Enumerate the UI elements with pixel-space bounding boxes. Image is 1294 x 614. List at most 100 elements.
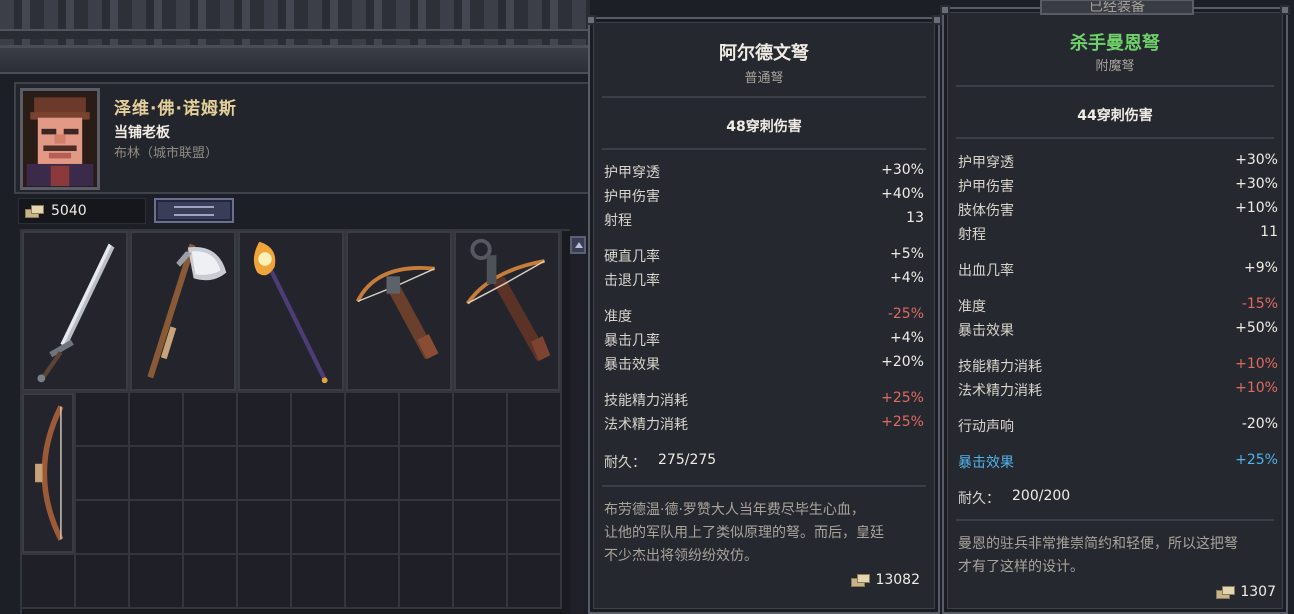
inventory-slot[interactable] xyxy=(76,555,130,609)
stat-name: 法术精力消耗 xyxy=(958,383,1042,399)
stat-name: 法术精力消耗 xyxy=(604,417,688,433)
stat-value: +25% xyxy=(1235,452,1278,468)
inventory-slot[interactable] xyxy=(346,501,400,555)
inventory-slot[interactable] xyxy=(400,393,454,447)
inventory-slot[interactable] xyxy=(508,447,562,501)
item-title: 杀手曼恩弩 xyxy=(1070,33,1160,54)
item-durability: 耐久： 275/275 xyxy=(604,452,716,472)
inventory-item[interactable] xyxy=(238,231,344,391)
inventory-slot[interactable] xyxy=(400,501,454,555)
inventory-slot[interactable] xyxy=(454,447,508,501)
merchant-panel: 泽维·佛·诺姆斯 当铺老板 布林（城市联盟） xyxy=(14,82,590,194)
inventory-item[interactable] xyxy=(130,231,236,391)
merchant-location: 布林（城市联盟） xyxy=(114,146,219,161)
sort-button[interactable] xyxy=(154,198,234,223)
inventory-slot[interactable] xyxy=(22,555,76,609)
inventory-slot[interactable] xyxy=(292,447,346,501)
divider xyxy=(602,96,926,98)
scroll-up-button[interactable] xyxy=(570,236,586,254)
stat-value: +25% xyxy=(881,390,924,406)
inventory-item[interactable] xyxy=(22,393,74,553)
stat-row: 护甲伤害 +30% xyxy=(958,176,1278,196)
inventory-slot[interactable] xyxy=(454,393,508,447)
scrollbar[interactable] xyxy=(572,256,584,614)
divider xyxy=(956,137,1274,139)
stat-name: 暴击效果 xyxy=(958,455,1014,471)
inventory-slot[interactable] xyxy=(184,393,238,447)
inventory-slot[interactable] xyxy=(238,393,292,447)
inventory-slot[interactable] xyxy=(184,501,238,555)
inventory-slot[interactable] xyxy=(292,555,346,609)
stat-value: -15% xyxy=(1241,296,1278,312)
item-type: 附魔弩 xyxy=(1095,59,1135,74)
corner-ornament xyxy=(932,15,942,25)
item-damage: 44穿刺伤害 xyxy=(1077,108,1153,124)
inventory-slot[interactable] xyxy=(184,447,238,501)
stat-value: +30% xyxy=(881,162,924,178)
inventory-slot[interactable] xyxy=(508,393,562,447)
stat-name: 出血几率 xyxy=(958,263,1014,279)
inventory-item[interactable] xyxy=(22,231,128,391)
lore-line: 让他的军队用上了类似原理的弩。而后，皇廷 xyxy=(604,525,884,541)
stat-row: 行动声响 -20% xyxy=(958,416,1278,436)
inventory-slot[interactable] xyxy=(238,501,292,555)
inventory-item[interactable] xyxy=(346,231,452,391)
stat-name: 射程 xyxy=(958,227,986,243)
divider xyxy=(602,148,926,150)
corner-ornament xyxy=(586,15,596,25)
stat-name: 暴击效果 xyxy=(958,323,1014,339)
inventory-slot[interactable] xyxy=(130,501,184,555)
stat-row: 暴击效果 +25% xyxy=(958,452,1278,472)
stat-name: 准度 xyxy=(958,299,986,315)
inventory-slot[interactable] xyxy=(346,447,400,501)
inventory-slot[interactable] xyxy=(508,501,562,555)
stat-name: 肢体伤害 xyxy=(958,203,1014,219)
inventory-slot[interactable] xyxy=(454,555,508,609)
coins-icon xyxy=(851,574,871,587)
inventory-slot[interactable] xyxy=(238,447,292,501)
stat-name: 护甲伤害 xyxy=(958,179,1014,195)
inventory-slot[interactable] xyxy=(130,555,184,609)
inventory-item[interactable] xyxy=(454,231,560,391)
stat-value: +25% xyxy=(881,414,924,430)
stat-name: 暴击效果 xyxy=(604,357,660,373)
stat-row: 肢体伤害 +10% xyxy=(958,200,1278,220)
merchant-portrait[interactable] xyxy=(20,88,100,190)
stat-row: 护甲穿透 +30% xyxy=(604,162,924,182)
inventory-slot[interactable] xyxy=(508,555,562,609)
inventory-slot[interactable] xyxy=(76,393,130,447)
inventory-slot[interactable] xyxy=(400,555,454,609)
sword-icon xyxy=(37,243,115,383)
inventory-slot[interactable] xyxy=(292,501,346,555)
inventory-slot[interactable] xyxy=(400,447,454,501)
stat-name: 射程 xyxy=(604,213,632,229)
stat-value: +20% xyxy=(881,354,924,370)
stat-row: 暴击效果 +50% xyxy=(958,320,1278,340)
stat-name: 暴击几率 xyxy=(604,333,660,349)
inventory-slot[interactable] xyxy=(76,447,130,501)
lore-line: 布劳德温·德·罗赞大人当年费尽毕生心血， xyxy=(604,502,865,518)
inventory-slot[interactable] xyxy=(292,393,346,447)
inventory-slot[interactable] xyxy=(76,501,130,555)
item-durability: 耐久： 200/200 xyxy=(958,488,1070,508)
divider xyxy=(602,485,926,487)
divider xyxy=(956,85,1274,87)
durability-value: 200/200 xyxy=(1012,488,1071,504)
inventory-slot[interactable] xyxy=(346,393,400,447)
stat-value: +10% xyxy=(1235,356,1278,372)
stat-name: 准度 xyxy=(604,309,632,325)
inventory-slot[interactable] xyxy=(238,555,292,609)
inventory-slot[interactable] xyxy=(130,393,184,447)
inventory-slot[interactable] xyxy=(346,555,400,609)
item-price: 1307 xyxy=(1216,584,1276,600)
stat-value: 13 xyxy=(906,210,924,226)
inventory-slot[interactable] xyxy=(454,501,508,555)
stat-name: 护甲伤害 xyxy=(604,189,660,205)
inventory-slot[interactable] xyxy=(184,555,238,609)
inventory-slot[interactable] xyxy=(130,447,184,501)
stat-row: 准度 -15% xyxy=(958,296,1278,316)
item-title: 阿尔德文弩 xyxy=(719,43,809,64)
stat-row: 护甲穿透 +30% xyxy=(958,152,1278,172)
top-banner xyxy=(0,0,590,48)
coins-icon xyxy=(25,205,44,218)
